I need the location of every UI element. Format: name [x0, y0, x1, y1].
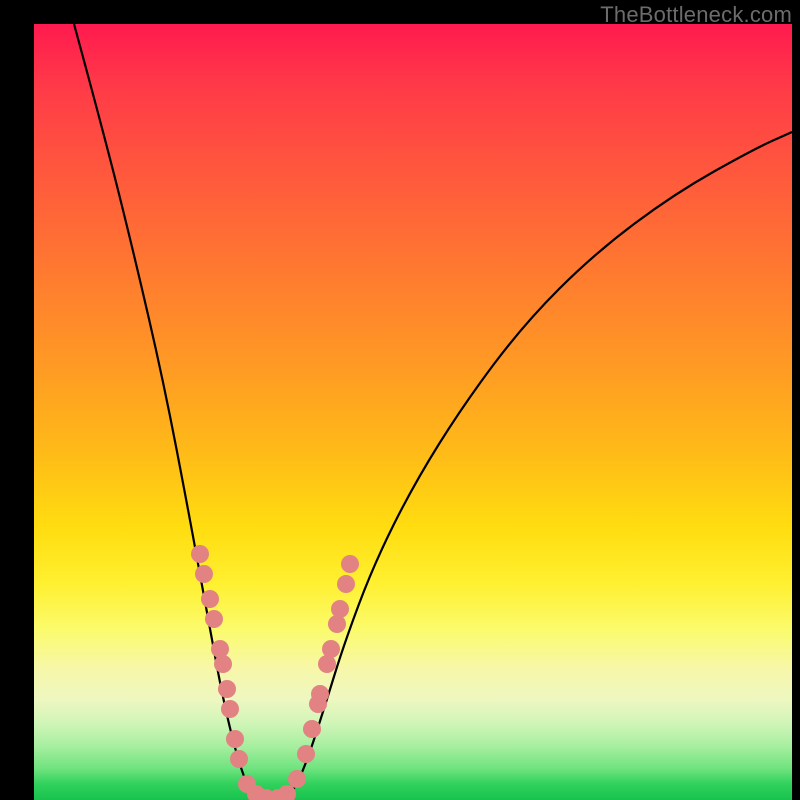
sample-dot	[322, 640, 340, 658]
sample-dots-group	[191, 545, 359, 800]
sample-dot	[331, 600, 349, 618]
sample-dot	[278, 785, 296, 800]
sample-dot	[214, 655, 232, 673]
sample-dot	[226, 730, 244, 748]
sample-dot	[337, 575, 355, 593]
sample-dot	[195, 565, 213, 583]
sample-dot	[288, 770, 306, 788]
sample-dot	[211, 640, 229, 658]
sample-dot	[297, 745, 315, 763]
sample-dot	[230, 750, 248, 768]
sample-dot	[191, 545, 209, 563]
sample-dot	[341, 555, 359, 573]
sample-dot	[218, 680, 236, 698]
sample-dot	[205, 610, 223, 628]
sample-dot	[328, 615, 346, 633]
bottleneck-curve-line	[74, 24, 792, 800]
sample-dot	[303, 720, 321, 738]
chart-frame	[34, 24, 792, 800]
sample-dot	[221, 700, 239, 718]
sample-dot	[311, 685, 329, 703]
bottleneck-chart-svg	[34, 24, 792, 800]
sample-dot	[201, 590, 219, 608]
